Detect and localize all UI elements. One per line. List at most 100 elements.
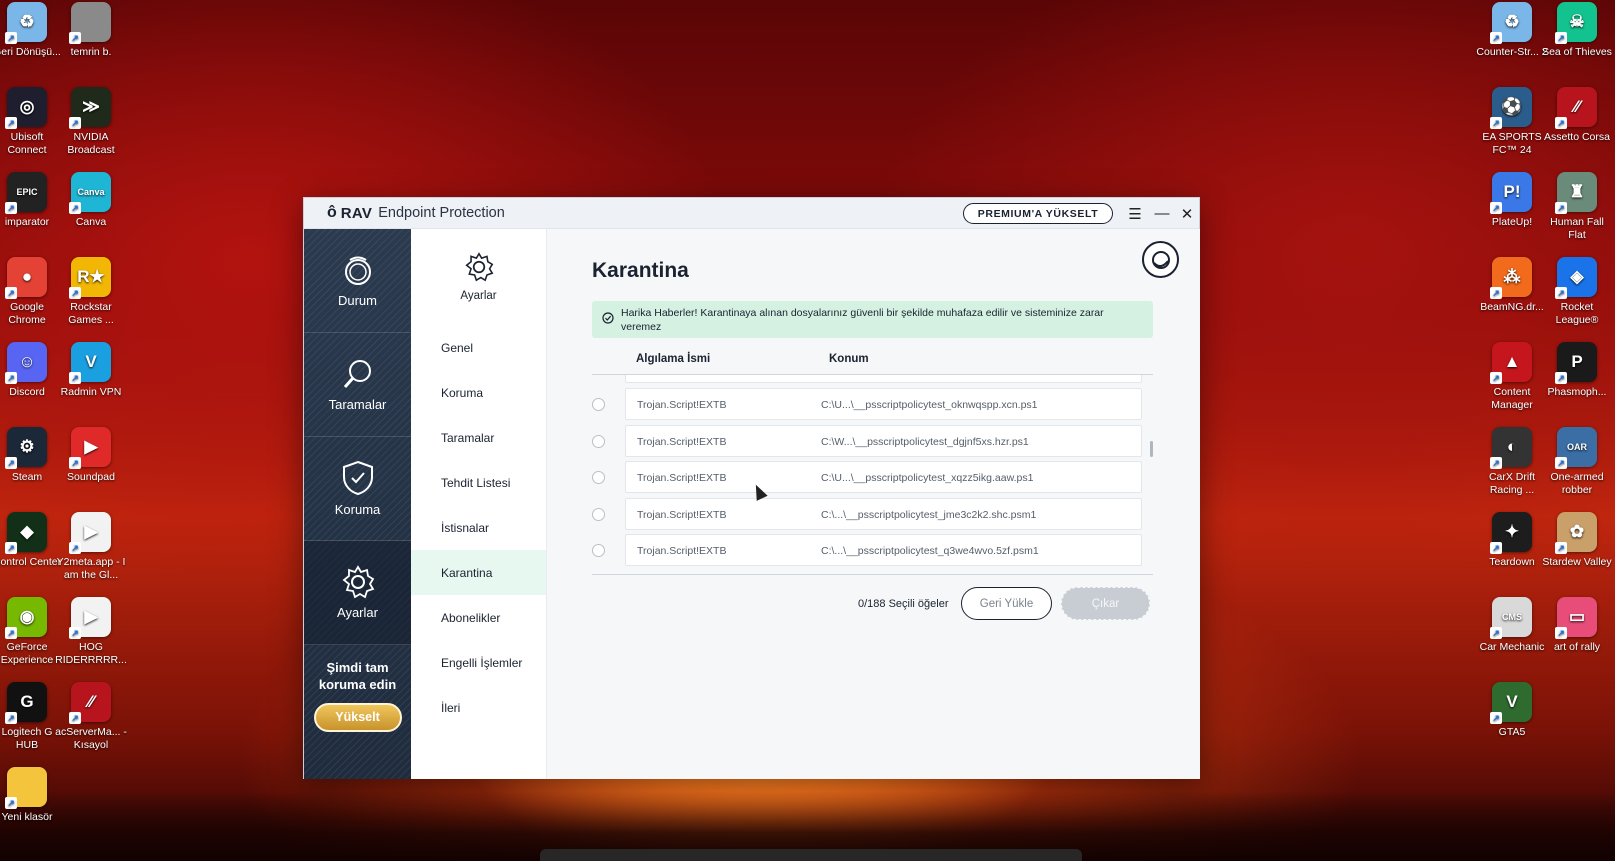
gear-icon <box>464 252 493 282</box>
desktop-icon[interactable]: V ↗ GTA5 <box>1476 682 1548 739</box>
shortcut-arrow-icon: ↗ <box>1555 32 1567 44</box>
close-icon[interactable]: ✕ <box>1176 203 1198 224</box>
desktop-icon[interactable]: ♻↗ Geri Dönüşü... <box>0 2 63 59</box>
shortcut-arrow-icon: ↗ <box>5 627 17 639</box>
support-chat-icon[interactable] <box>1142 241 1179 278</box>
desktop-icon[interactable]: ◈ ↗ Rocket League® <box>1541 257 1613 326</box>
table-row[interactable]: Trojan.Script!EXTB C:\U...\__psscriptpoli… <box>592 461 1153 493</box>
table-row[interactable]: Trojan.Script!EXTB C:\W...\__psscriptpoli… <box>592 424 1153 457</box>
rockstar-icon: R★ ↗ <box>69 257 111 299</box>
table-row[interactable]: Trojan.Script!EXTB C:\...\__psscriptpolic… <box>592 497 1153 530</box>
car-mechanic-icon: CMS ↗ <box>1490 597 1532 639</box>
desktop-icon[interactable]: ▶ ↗ HOG RIDERRRRR... <box>55 597 127 666</box>
table-divider <box>592 574 1153 575</box>
table-row[interactable] <box>592 375 1153 383</box>
table-scrollbar[interactable] <box>1150 441 1153 457</box>
desktop-icon-label: Google Chrome <box>8 301 46 326</box>
subnav-item-threat-list[interactable]: Tehdit Listesi <box>411 460 546 505</box>
desktop-icon-label: Phasmoph... <box>1547 386 1607 398</box>
shortcut-arrow-icon: ↗ <box>1490 202 1502 214</box>
desktop-icon[interactable]: ◎ ↗ Ubisoft Connect <box>0 87 63 156</box>
desktop-icon[interactable]: ☠ ↗ Sea of Thieves <box>1541 2 1613 59</box>
file-location: C:\...\__psscriptpolicytest_jme3c2k2.shc… <box>821 508 1037 521</box>
shortcut-arrow-icon: ↗ <box>69 117 81 129</box>
restore-button[interactable]: Geri Yükle <box>961 587 1052 620</box>
shortcut-arrow-icon: ↗ <box>69 32 81 44</box>
subnav-item-scans[interactable]: Taramalar <box>411 415 546 460</box>
sea-of-thieves-icon: ☠ ↗ <box>1555 2 1597 44</box>
subnav-item-subscriptions[interactable]: Abonelikler <box>411 595 546 640</box>
subnav-item-general[interactable]: Genel <box>411 325 546 370</box>
desktop-icon[interactable]: R★ ↗ Rockstar Games ... <box>55 257 127 326</box>
subnav-item-exclusions[interactable]: İstisnalar <box>411 505 546 550</box>
desktop-icon[interactable]: V ↗ Radmin VPN <box>55 342 127 399</box>
desktop-icon[interactable]: ◆↗ Control Center <box>0 512 63 569</box>
desktop-icon[interactable]: ⚙ ↗ Steam <box>0 427 63 484</box>
desktop-icon[interactable]: ◉ ↗ GeForce Experience <box>0 597 63 666</box>
desktop-icon[interactable]: ▲ ↗ Content Manager <box>1476 342 1548 411</box>
table-header: Algılama İsmi Konum <box>592 343 1153 375</box>
desktop-icon[interactable]: ⁄⁄ ↗ Assetto Corsa <box>1541 87 1613 144</box>
sidebar-item-settings[interactable]: Ayarlar <box>304 541 411 645</box>
table-row[interactable]: Trojan.Script!EXTB C:\U...\__psscriptpoli… <box>592 388 1153 420</box>
desktop-icon[interactable]: P! ↗ PlateUp! <box>1476 172 1548 229</box>
desktop-icon[interactable]: EPIC ↗ imparator <box>0 172 63 229</box>
promo-text: Şimdi tam koruma edin <box>318 660 397 692</box>
sidebar-item-protection[interactable]: Koruma <box>304 437 411 541</box>
desktop-icon[interactable]: ⁂ ↗ BeamNG.dr... <box>1476 257 1548 314</box>
desktop-icon[interactable]: G ↗ Logitech G HUB <box>0 682 63 751</box>
desktop-icon[interactable]: ⚽ ↗ EA SPORTS FC™ 24 <box>1476 87 1548 156</box>
page-title: Karantina <box>592 259 689 282</box>
desktop-icon[interactable]: P ↗ Phasmoph... <box>1541 342 1613 399</box>
column-header-name[interactable]: Algılama İsmi <box>636 353 710 365</box>
desktop-icon[interactable]: ✦ ↗ Teardown <box>1476 512 1548 569</box>
shortcut-arrow-icon: ↗ <box>69 287 81 299</box>
hamburger-menu-icon[interactable]: ☰ <box>1124 203 1146 224</box>
desktop-icon[interactable]: ⁄⁄ ↗ acServerMa... - Kısayol <box>55 682 127 751</box>
column-header-location[interactable]: Konum <box>829 353 869 365</box>
desktop-icon[interactable]: ↗ Yeni klasör <box>0 767 63 824</box>
desktop-icon[interactable]: ▭ ↗ art of rally <box>1541 597 1613 654</box>
table-row[interactable]: Trojan.Script!EXTB C:\...\__psscriptpolic… <box>592 534 1153 566</box>
desktop-icon[interactable]: ▶ ↗ Y2meta.app - I am the Gl... <box>55 512 127 581</box>
row-select-radio[interactable] <box>592 471 605 484</box>
quarantine-table[interactable]: Trojan.Script!EXTB C:\U...\__psscriptpoli… <box>592 375 1153 573</box>
desktop-icon[interactable]: ≫ ↗ NVIDIA Broadcast <box>55 87 127 156</box>
assetto-server-icon: ⁄⁄ ↗ <box>69 682 111 724</box>
desktop-icon[interactable]: ♜ ↗ Human Fall Flat <box>1541 172 1613 241</box>
sidebar-item-scans[interactable]: Taramalar <box>304 333 411 437</box>
settings-subnav: Ayarlar Genel Koruma Taramalar Tehdit Li… <box>411 229 547 779</box>
desktop-icon[interactable]: ↗ temrin b. <box>55 2 127 59</box>
desktop-icon[interactable]: OAR ↗ One-armed robber <box>1541 427 1613 496</box>
minimize-icon[interactable]: — <box>1151 203 1173 224</box>
desktop-icon[interactable]: ♻ ↗ Counter-Str... 2 <box>1476 2 1548 59</box>
row-select-radio[interactable] <box>592 398 605 411</box>
steam-icon: ⚙ ↗ <box>5 427 47 469</box>
desktop-icon[interactable]: ☺ ↗ Discord <box>0 342 63 399</box>
desktop-icon-label: BeamNG.dr... <box>1480 301 1544 313</box>
desktop-icon[interactable]: ● ↗ Google Chrome <box>0 257 63 326</box>
shortcut-arrow-icon: ↗ <box>69 372 81 384</box>
desktop-icon[interactable]: ◐ ↗ CarX Drift Racing ... <box>1476 427 1548 496</box>
desktop-icon-label: EA SPORTS FC™ 24 <box>1482 131 1542 156</box>
desktop-icon-label: CarX Drift Racing ... <box>1488 471 1536 496</box>
row-select-radio[interactable] <box>592 544 605 557</box>
nvidia-broadcast-icon: ≫ ↗ <box>69 87 111 129</box>
subnav-item-quarantine[interactable]: Karantina <box>411 550 546 595</box>
desktop-icon[interactable]: Canva ↗ Canva <box>55 172 127 229</box>
sidebar-item-status[interactable]: Durum <box>304 229 411 333</box>
upgrade-button[interactable]: Yükselt <box>313 703 402 732</box>
subnav-item-protection[interactable]: Koruma <box>411 370 546 415</box>
desktop-icon[interactable]: ✿ ↗ Stardew Valley <box>1541 512 1613 569</box>
subnav-item-advanced[interactable]: İleri <box>411 685 546 730</box>
row-select-radio[interactable] <box>592 434 605 448</box>
row-select-radio[interactable] <box>592 507 605 521</box>
subnav-item-blocked-processes[interactable]: Engelli İşlemler <box>411 640 546 685</box>
shortcut-arrow-icon: ↗ <box>5 712 17 724</box>
shortcut-arrow-icon: ↗ <box>1555 542 1567 554</box>
premium-upgrade-button[interactable]: PREMIUM'A YÜKSELT <box>963 203 1113 224</box>
shortcut-arrow-icon: ↗ <box>1490 32 1502 44</box>
remove-button[interactable]: Çıkar <box>1061 587 1150 620</box>
desktop-icon[interactable]: ▶ ↗ Soundpad <box>55 427 127 484</box>
desktop-icon[interactable]: CMS ↗ Car Mechanic <box>1476 597 1548 654</box>
